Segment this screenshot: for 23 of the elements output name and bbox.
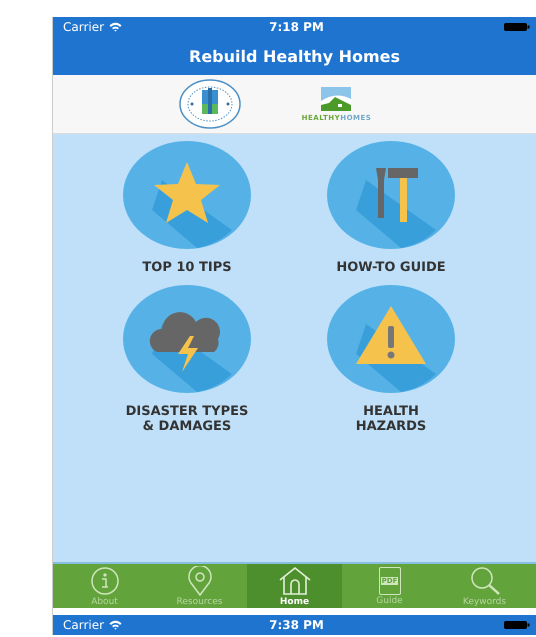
status-time: 7:18 PM: [269, 20, 324, 34]
menu-tile[interactable]: DISASTER TYPES & DAMAGES: [85, 284, 289, 435]
warning-icon: [326, 284, 456, 394]
info-icon: [90, 566, 120, 596]
carrier-label: Carrier: [63, 20, 104, 34]
status-time: 7:38 PM: [269, 618, 324, 632]
battery-icon: [504, 23, 530, 31]
search-icon: [468, 566, 500, 596]
home-icon: [278, 566, 312, 596]
seal-logo-icon: [178, 78, 242, 130]
tab-bar-item[interactable]: Home: [247, 564, 342, 608]
carrier-label: Carrier: [63, 618, 104, 632]
app-title: Rebuild Healthy Homes: [189, 46, 400, 66]
battery-icon: [504, 621, 530, 629]
menu-tile[interactable]: TOP 10 TIPS: [85, 140, 289, 276]
location-pin-icon: [186, 566, 212, 596]
menu-tile[interactable]: HEALTH HAZARDS: [289, 284, 493, 435]
wifi-icon: [109, 22, 122, 32]
house-logo-icon: [321, 86, 352, 110]
wrench-hammer-icon: [326, 140, 456, 250]
storm-cloud-icon: [122, 284, 252, 394]
wifi-icon: [109, 620, 122, 630]
menu-tile[interactable]: HOW-TO GUIDE: [289, 140, 493, 276]
